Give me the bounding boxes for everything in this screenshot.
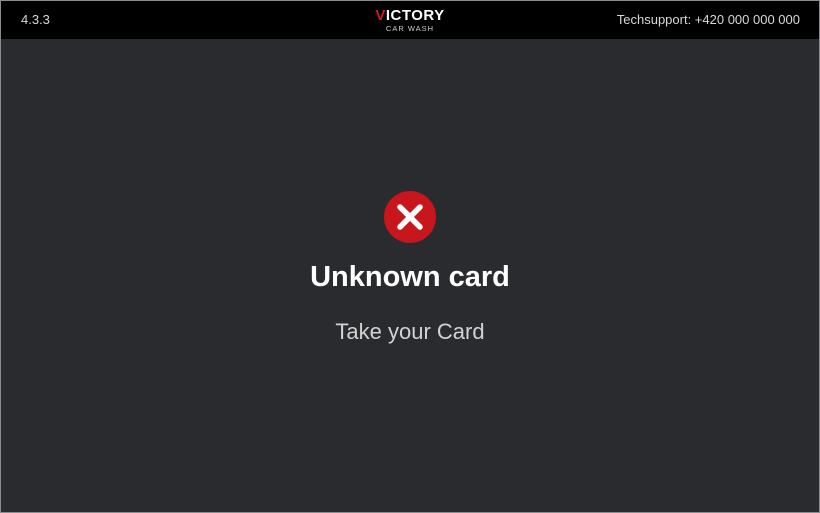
- logo-v-mark: V: [375, 7, 386, 24]
- techsupport-contact: Techsupport: +420 000 000 000: [616, 12, 800, 27]
- error-x-icon: [384, 191, 436, 243]
- top-bar: 4.3.3 VICTORY CAR WASH Techsupport: +420…: [1, 1, 819, 39]
- message-subtitle: Take your Card: [335, 319, 485, 344]
- logo-name: ICTORY: [385, 7, 445, 24]
- brand-logo: VICTORY CAR WASH: [360, 7, 460, 33]
- version-label: 4.3.3: [21, 12, 50, 27]
- logo-wordmark: VICTORY: [360, 7, 460, 24]
- message-title: Unknown card: [310, 261, 510, 293]
- screen: 4.3.3 VICTORY CAR WASH Techsupport: +420…: [0, 0, 820, 513]
- logo-subtitle: CAR WASH: [385, 24, 435, 33]
